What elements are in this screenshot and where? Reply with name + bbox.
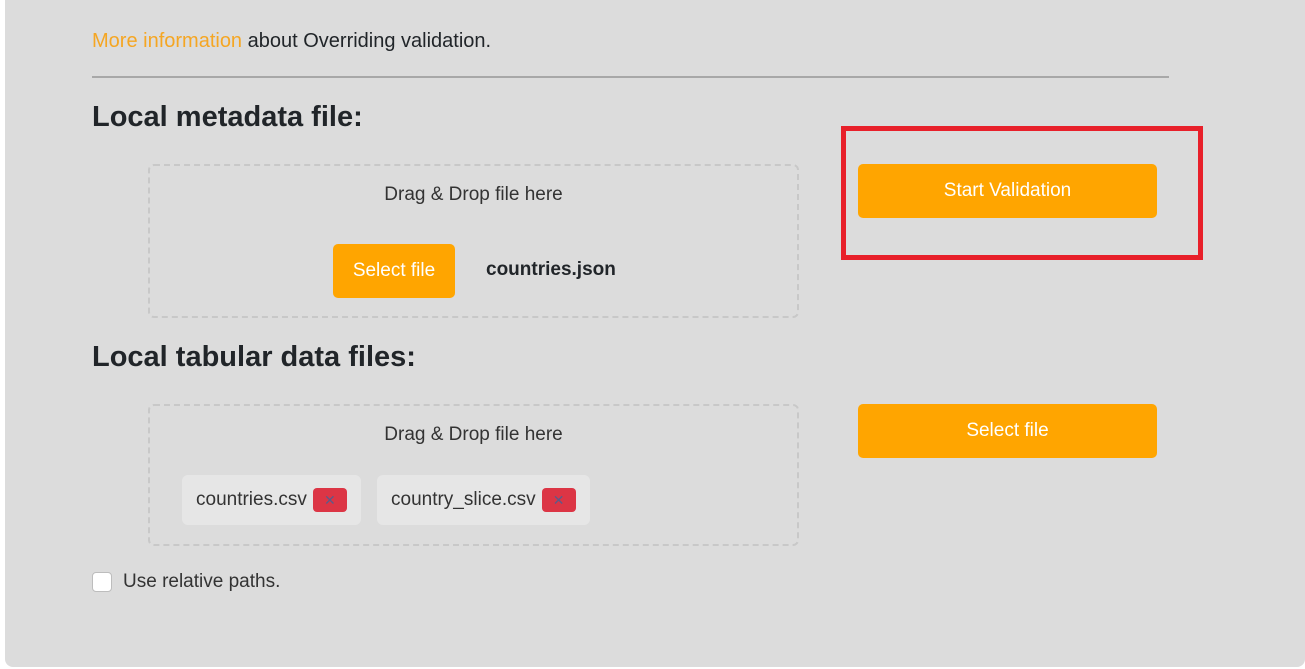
start-validation-button[interactable]: Start Validation: [858, 164, 1157, 218]
relative-paths-label: Use relative paths.: [123, 571, 281, 592]
tabular-select-file-button[interactable]: Select file: [858, 404, 1157, 458]
tabular-dropzone-text: Drag & Drop file here: [384, 424, 563, 445]
metadata-select-file-button[interactable]: Select file: [333, 244, 455, 298]
tabular-section-title: Local tabular data files:: [92, 341, 416, 373]
metadata-section-title: Local metadata file:: [92, 101, 363, 133]
info-text: about Overriding validation.: [242, 30, 492, 52]
file-chip-name: country_slice.csv: [391, 489, 536, 510]
file-chip-name: countries.csv: [196, 489, 307, 510]
file-chip: country_slice.csv ✕: [377, 475, 590, 525]
tabular-dropzone[interactable]: Drag & Drop file here countries.csv ✕ co…: [148, 404, 799, 546]
metadata-dropzone[interactable]: Drag & Drop file here Select file countr…: [148, 164, 799, 318]
divider: [92, 76, 1169, 78]
remove-file-icon[interactable]: ✕: [541, 488, 576, 512]
selected-metadata-file: countries.json: [486, 259, 616, 280]
info-line: More information about Overriding valida…: [92, 29, 491, 53]
metadata-dropzone-text: Drag & Drop file here: [384, 184, 563, 205]
more-information-link[interactable]: More information: [92, 30, 242, 52]
file-chip: countries.csv ✕: [182, 475, 361, 525]
remove-file-icon[interactable]: ✕: [312, 488, 347, 512]
relative-paths-checkbox[interactable]: [92, 572, 112, 592]
relative-paths-option: Use relative paths.: [92, 571, 280, 593]
